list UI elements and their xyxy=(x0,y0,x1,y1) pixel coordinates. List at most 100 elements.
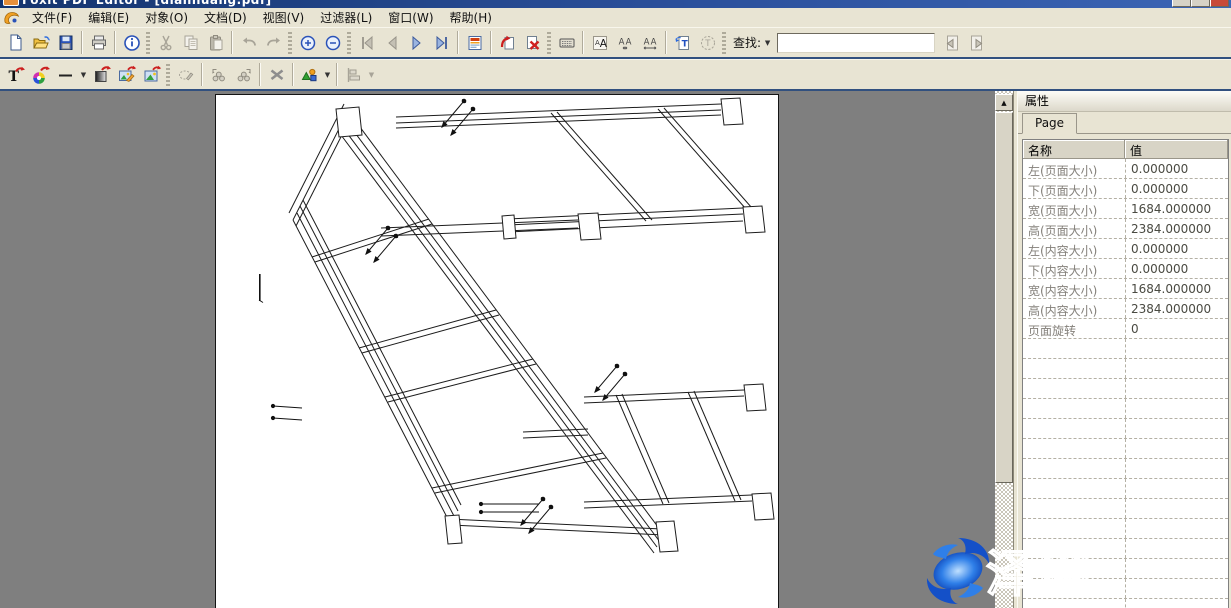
print-icon xyxy=(89,33,109,53)
font-size-icon: AA xyxy=(590,33,610,53)
next-page-button[interactable] xyxy=(404,30,429,55)
property-value[interactable]: 0.000000 xyxy=(1125,239,1228,258)
zoom-in-button[interactable] xyxy=(295,30,320,55)
toolbar-grip[interactable] xyxy=(547,32,551,54)
insert-shape-caret[interactable]: ▼ xyxy=(322,65,333,85)
previous-page-button[interactable] xyxy=(379,30,404,55)
virtual-keyboard-button[interactable] xyxy=(554,30,579,55)
lasso-edit-button[interactable] xyxy=(173,62,198,87)
toolbar-grip[interactable] xyxy=(166,64,170,86)
document-canvas[interactable] xyxy=(0,91,995,608)
find-previous-button[interactable] xyxy=(939,30,964,55)
first-page-button[interactable] xyxy=(354,30,379,55)
save-button[interactable] xyxy=(53,30,78,55)
property-value[interactable]: 0.000000 xyxy=(1125,159,1228,178)
property-name: 左(页面大小) xyxy=(1023,159,1125,178)
toolbar-separator xyxy=(457,31,459,54)
find-input[interactable] xyxy=(777,33,935,53)
redo-icon xyxy=(264,33,284,53)
property-value xyxy=(1125,599,1228,608)
add-text-button[interactable]: T xyxy=(3,62,28,87)
toolbar-separator xyxy=(201,63,203,86)
pdf-page[interactable] xyxy=(215,94,779,608)
toolbar-separator xyxy=(665,31,667,54)
property-value[interactable]: 2384.000000 xyxy=(1125,219,1228,238)
property-row xyxy=(1023,439,1228,459)
open-button[interactable] xyxy=(28,30,53,55)
bring-forward-button[interactable] xyxy=(231,62,256,87)
add-image-button[interactable] xyxy=(139,62,164,87)
value-column-header: 值 xyxy=(1125,140,1228,159)
line-style-button[interactable] xyxy=(53,62,78,87)
new-button[interactable] xyxy=(3,30,28,55)
menu-item[interactable]: 文件(F) xyxy=(24,8,80,27)
zoom-out-button[interactable] xyxy=(320,30,345,55)
menu-bar: 文件(F)编辑(E)对象(O)文档(D)视图(V)过滤器(L)窗口(W)帮助(H… xyxy=(0,8,1231,28)
font-size-button[interactable]: AA xyxy=(587,30,612,55)
edit-image-button[interactable] xyxy=(114,62,139,87)
maximize-button[interactable] xyxy=(1191,0,1210,7)
menu-item[interactable]: 编辑(E) xyxy=(80,8,137,27)
menu-item[interactable]: 对象(O) xyxy=(137,8,196,27)
standard-toolbar: AA AA AA T T 查找: ▼ xyxy=(0,27,1231,59)
property-row: 左(内容大小)0.000000 xyxy=(1023,239,1228,259)
send-backward-button[interactable] xyxy=(206,62,231,87)
copy-button[interactable] xyxy=(178,30,203,55)
page-layout-button[interactable] xyxy=(462,30,487,55)
redo-button[interactable] xyxy=(261,30,286,55)
expand-text-button[interactable]: AA xyxy=(637,30,662,55)
tab-page[interactable]: Page xyxy=(1022,113,1077,134)
toolbar-grip[interactable] xyxy=(288,32,292,54)
scroll-up-button[interactable]: ▲ xyxy=(995,94,1013,111)
property-value[interactable]: 1684.000000 xyxy=(1125,199,1228,218)
property-name xyxy=(1023,459,1125,478)
condense-text-button[interactable]: AA xyxy=(612,30,637,55)
property-value[interactable]: 0.000000 xyxy=(1125,179,1228,198)
add-shading-button[interactable] xyxy=(89,62,114,87)
align-objects-caret[interactable]: ▼ xyxy=(366,65,377,85)
delete-object-icon xyxy=(267,65,287,85)
minimize-button[interactable] xyxy=(1172,0,1191,7)
menu-item[interactable]: 窗口(W) xyxy=(380,8,441,27)
toolbar-grip[interactable] xyxy=(347,32,351,54)
scrollbar-thumb[interactable] xyxy=(995,112,1013,483)
undo-button[interactable] xyxy=(236,30,261,55)
insert-shape-button[interactable] xyxy=(297,62,322,87)
property-name: 下(页面大小) xyxy=(1023,179,1125,198)
property-value[interactable]: 0.000000 xyxy=(1125,259,1228,278)
delete-object-button[interactable] xyxy=(264,62,289,87)
import-text-button[interactable]: T xyxy=(670,30,695,55)
property-value[interactable]: 0 xyxy=(1125,319,1228,338)
edit-image-icon xyxy=(117,65,137,85)
find-dropdown-caret[interactable]: ▼ xyxy=(762,33,773,53)
paste-button[interactable] xyxy=(203,30,228,55)
toolbar-grip[interactable] xyxy=(722,32,726,54)
menu-item[interactable]: 视图(V) xyxy=(255,8,313,27)
circle-text-button[interactable]: T xyxy=(695,30,720,55)
cut-button[interactable] xyxy=(153,30,178,55)
find-next-button[interactable] xyxy=(964,30,989,55)
last-page-button[interactable] xyxy=(429,30,454,55)
menu-item[interactable]: 帮助(H) xyxy=(442,8,500,27)
property-row: 宽(内容大小)1684.000000 xyxy=(1023,279,1228,299)
property-value[interactable]: 1684.000000 xyxy=(1125,279,1228,298)
rotate-page-button[interactable] xyxy=(495,30,520,55)
menu-item[interactable]: 文档(D) xyxy=(196,8,255,27)
toolbar-grip[interactable] xyxy=(146,32,150,54)
line-style-caret[interactable]: ▼ xyxy=(78,65,89,85)
close-button[interactable] xyxy=(1210,0,1229,7)
menu-item[interactable]: 过滤器(L) xyxy=(312,8,380,27)
delete-page-button[interactable] xyxy=(520,30,545,55)
property-value xyxy=(1125,339,1228,358)
print-button[interactable] xyxy=(86,30,111,55)
align-objects-button[interactable] xyxy=(341,62,366,87)
property-value xyxy=(1125,399,1228,418)
vertical-scrollbar[interactable]: ▲ xyxy=(995,91,1013,608)
svg-text:T: T xyxy=(681,39,688,49)
cut-icon xyxy=(156,33,176,53)
add-color-button[interactable] xyxy=(28,62,53,87)
find-group: 查找: ▼ xyxy=(729,30,989,55)
property-value[interactable]: 2384.000000 xyxy=(1125,299,1228,318)
document-info-button[interactable] xyxy=(119,30,144,55)
property-value xyxy=(1125,419,1228,438)
